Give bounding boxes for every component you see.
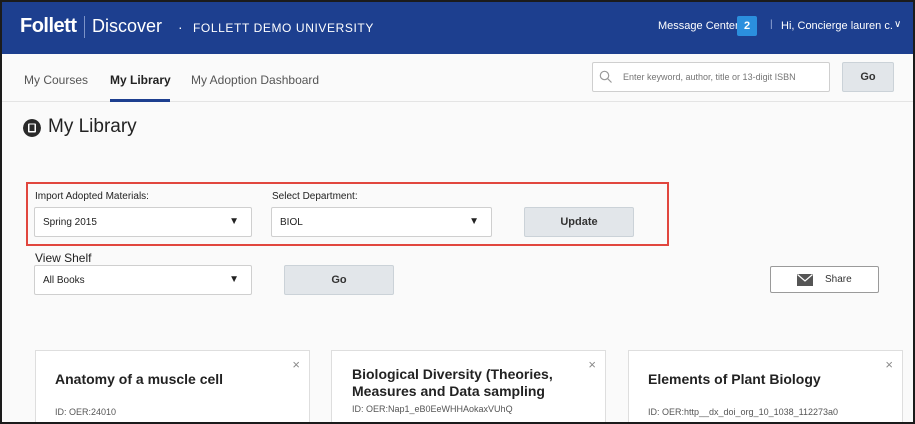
header-divider: | [770,19,773,30]
book-title[interactable]: Elements of Plant Biology [648,371,880,388]
close-icon[interactable]: × [292,357,300,372]
book-title[interactable]: Biological Diversity (Theories, Measures… [352,366,575,400]
tab-my-library[interactable]: My Library [110,73,171,87]
share-label: Share [825,274,852,285]
follett-logo[interactable]: Follett [20,15,77,38]
book-id: ID: OER:Nap1_eB0EeWHHAokaxVUhQ [352,404,513,414]
brand-divider [84,16,85,38]
import-materials-label: Import Adopted Materials: [35,191,149,202]
term-select[interactable]: Spring 2015 ▼ [34,207,252,237]
active-tab-indicator [110,99,170,102]
page-title: My Library [48,116,137,137]
app-frame: Follett Discover · FOLLETT DEMO UNIVERSI… [0,0,915,424]
department-select[interactable]: BIOL ▼ [271,207,492,237]
brand-separator-dot: · [178,19,183,35]
close-icon[interactable]: × [885,357,893,372]
search-go-button[interactable]: Go [842,62,894,92]
university-name: FOLLETT DEMO UNIVERSITY [193,21,374,35]
shelf-select-value: All Books [43,275,85,286]
user-greeting-menu[interactable]: Hi, Concierge lauren c. [781,20,893,32]
department-select-value: BIOL [280,217,303,228]
message-count-badge[interactable]: 2 [737,16,757,36]
discover-logo[interactable]: Discover [92,16,162,37]
dropdown-arrow-icon: ▼ [469,216,479,227]
dropdown-arrow-icon: ▼ [229,274,239,285]
shelf-select[interactable]: All Books ▼ [34,265,252,295]
book-card[interactable]: × Biological Diversity (Theories, Measur… [331,350,606,422]
shelf-go-button[interactable]: Go [284,265,394,295]
chevron-down-icon[interactable]: ∨ [894,19,901,30]
tab-my-adoption-dashboard[interactable]: My Adoption Dashboard [191,73,319,87]
main-nav: My Courses My Library My Adoption Dashbo… [2,54,913,102]
view-shelf-label: View Shelf [35,251,92,265]
search-icon [599,70,612,83]
top-header: Follett Discover · FOLLETT DEMO UNIVERSI… [2,2,913,54]
search-input[interactable] [623,64,827,90]
dropdown-arrow-icon: ▼ [229,216,239,227]
message-center-link[interactable]: Message Center [658,20,739,32]
share-button[interactable]: Share [770,266,879,293]
envelope-icon [797,274,813,286]
book-card[interactable]: × Anatomy of a muscle cell ID: OER:24010 [35,350,310,422]
close-icon[interactable]: × [588,357,596,372]
update-button[interactable]: Update [524,207,634,237]
book-card[interactable]: × Elements of Plant Biology ID: OER:http… [628,350,903,422]
term-select-value: Spring 2015 [43,217,97,228]
book-id: ID: OER:http__dx_doi_org_10_1038_112273a… [648,407,838,417]
search-box[interactable] [592,62,830,92]
book-id: ID: OER:24010 [55,407,117,417]
tab-my-courses[interactable]: My Courses [24,73,88,87]
department-label: Select Department: [272,191,358,202]
book-icon [23,119,41,137]
book-title[interactable]: Anatomy of a muscle cell [55,371,287,388]
